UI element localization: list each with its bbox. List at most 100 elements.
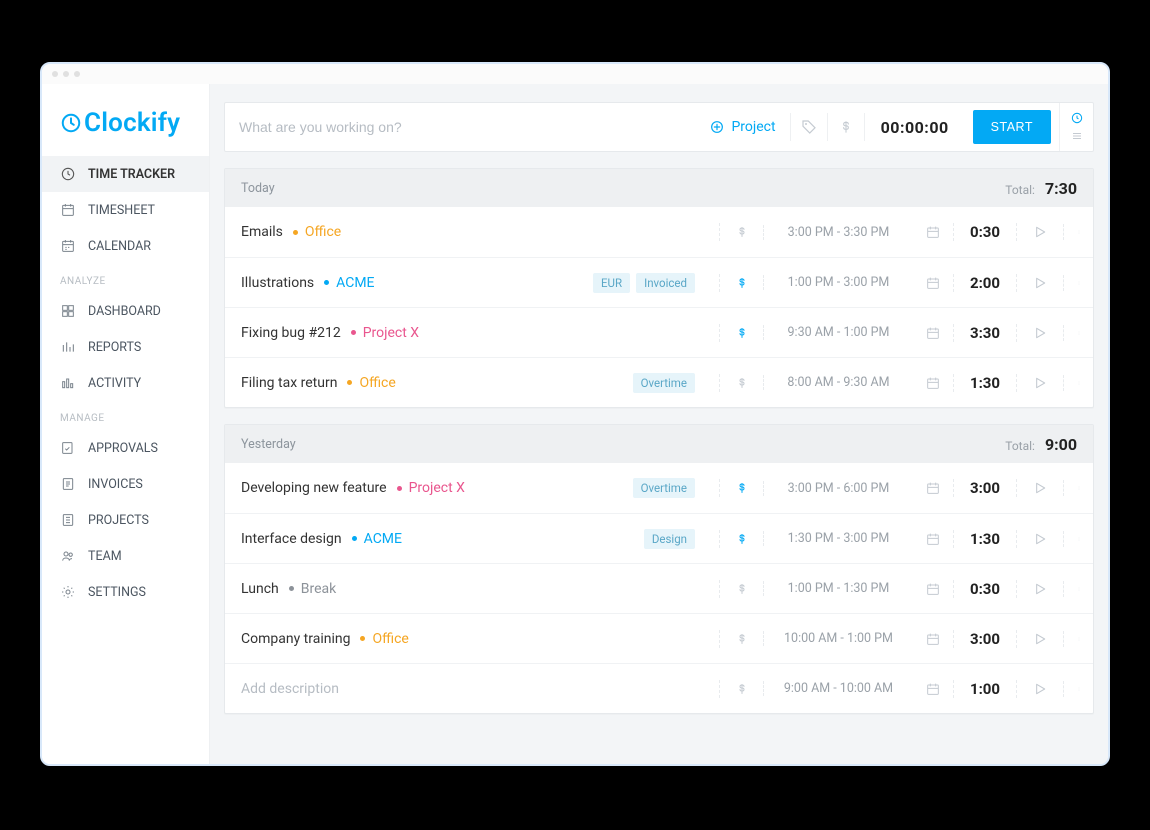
entry-more-button[interactable] bbox=[1063, 224, 1093, 240]
entry-time-range[interactable]: 1:30 PM - 3:00 PM bbox=[763, 531, 913, 546]
entry-tag[interactable]: Design bbox=[644, 529, 695, 549]
entry-continue-button[interactable] bbox=[1017, 480, 1063, 496]
entry-billable-toggle[interactable] bbox=[719, 223, 763, 241]
time-entry-row[interactable]: Add description 9:00 AM - 10:00 AM 1:00 bbox=[225, 663, 1093, 713]
window-control-dot[interactable] bbox=[63, 71, 69, 77]
time-entry-row[interactable]: Filing tax returnOfficeOvertime8:00 AM -… bbox=[225, 357, 1093, 407]
entry-duration[interactable]: 2:00 bbox=[953, 274, 1017, 292]
time-entry-row[interactable]: Company trainingOffice 10:00 AM - 1:00 PM… bbox=[225, 613, 1093, 663]
sidebar-item-invoices[interactable]: INVOICES bbox=[42, 466, 209, 502]
sidebar-item-settings[interactable]: SETTINGS bbox=[42, 574, 209, 610]
manual-mode-button[interactable] bbox=[1068, 129, 1086, 143]
entry-continue-button[interactable] bbox=[1017, 275, 1063, 291]
entry-duration[interactable]: 1:00 bbox=[953, 680, 1017, 698]
entry-more-button[interactable] bbox=[1063, 631, 1093, 647]
entry-description-cell[interactable]: Filing tax returnOfficeOvertime bbox=[225, 373, 719, 393]
entry-more-button[interactable] bbox=[1063, 480, 1093, 496]
entry-project[interactable]: Project X bbox=[351, 325, 419, 341]
entry-billable-toggle[interactable] bbox=[719, 580, 763, 598]
entry-description-cell[interactable]: Company trainingOffice bbox=[225, 631, 719, 647]
entry-date-picker[interactable] bbox=[913, 275, 953, 291]
time-entry-row[interactable]: LunchBreak 1:00 PM - 1:30 PM 0:30 bbox=[225, 563, 1093, 613]
tracker-tag-button[interactable] bbox=[791, 103, 827, 151]
entry-billable-toggle[interactable] bbox=[719, 374, 763, 392]
entry-description-cell[interactable]: Add description bbox=[225, 681, 719, 697]
entry-duration[interactable]: 0:30 bbox=[953, 223, 1017, 241]
entry-description-cell[interactable]: Interface designACMEDesign bbox=[225, 529, 719, 549]
start-button[interactable]: START bbox=[973, 110, 1051, 144]
entry-date-picker[interactable] bbox=[913, 581, 953, 597]
entry-duration[interactable]: 3:00 bbox=[953, 479, 1017, 497]
entry-more-button[interactable] bbox=[1063, 531, 1093, 547]
entry-continue-button[interactable] bbox=[1017, 325, 1063, 341]
entry-duration[interactable]: 3:00 bbox=[953, 630, 1017, 648]
entry-duration[interactable]: 1:30 bbox=[953, 530, 1017, 548]
sidebar-item-dashboard[interactable]: DASHBOARD bbox=[42, 293, 209, 329]
entry-billable-toggle[interactable] bbox=[719, 530, 763, 548]
entry-continue-button[interactable] bbox=[1017, 681, 1063, 697]
entry-continue-button[interactable] bbox=[1017, 581, 1063, 597]
entry-date-picker[interactable] bbox=[913, 631, 953, 647]
sidebar-item-projects[interactable]: PROJECTS bbox=[42, 502, 209, 538]
time-entry-row[interactable]: Developing new featureProject XOvertime3… bbox=[225, 463, 1093, 513]
entry-billable-toggle[interactable] bbox=[719, 274, 763, 292]
entry-more-button[interactable] bbox=[1063, 681, 1093, 697]
entry-time-range[interactable]: 1:00 PM - 1:30 PM bbox=[763, 581, 913, 596]
entry-time-range[interactable]: 8:00 AM - 9:30 AM bbox=[763, 375, 913, 390]
entry-duration[interactable]: 3:30 bbox=[953, 324, 1017, 342]
window-control-dot[interactable] bbox=[52, 71, 58, 77]
entry-tag[interactable]: Overtime bbox=[633, 478, 695, 498]
entry-project[interactable]: Project X bbox=[397, 480, 465, 496]
sidebar-item-team[interactable]: TEAM bbox=[42, 538, 209, 574]
entry-date-picker[interactable] bbox=[913, 375, 953, 391]
entry-project[interactable]: ACME bbox=[324, 275, 374, 291]
entry-project[interactable]: Break bbox=[289, 581, 336, 597]
sidebar-item-time-tracker[interactable]: TIME TRACKER bbox=[42, 156, 209, 192]
entry-date-picker[interactable] bbox=[913, 531, 953, 547]
time-entry-row[interactable]: EmailsOffice 3:00 PM - 3:30 PM 0:30 bbox=[225, 207, 1093, 257]
entry-billable-toggle[interactable] bbox=[719, 324, 763, 342]
entry-tag[interactable]: Overtime bbox=[633, 373, 695, 393]
entry-more-button[interactable] bbox=[1063, 325, 1093, 341]
entry-more-button[interactable] bbox=[1063, 275, 1093, 291]
entry-description-cell[interactable]: Fixing bug #212Project X bbox=[225, 325, 719, 341]
entry-time-range[interactable]: 3:00 PM - 3:30 PM bbox=[763, 225, 913, 240]
entry-description-cell[interactable]: IllustrationsACMEEURInvoiced bbox=[225, 273, 719, 293]
entry-time-range[interactable]: 10:00 AM - 1:00 PM bbox=[763, 631, 913, 646]
entry-billable-toggle[interactable] bbox=[719, 630, 763, 648]
time-entry-row[interactable]: Fixing bug #212Project X 9:30 AM - 1:00 P… bbox=[225, 307, 1093, 357]
entry-project[interactable]: Office bbox=[293, 224, 341, 240]
entry-more-button[interactable] bbox=[1063, 581, 1093, 597]
entry-description-cell[interactable]: LunchBreak bbox=[225, 581, 719, 597]
entry-date-picker[interactable] bbox=[913, 681, 953, 697]
entry-continue-button[interactable] bbox=[1017, 631, 1063, 647]
entry-time-range[interactable]: 9:00 AM - 10:00 AM bbox=[763, 681, 913, 696]
entry-description-cell[interactable]: Developing new featureProject XOvertime bbox=[225, 478, 719, 498]
entry-time-range[interactable]: 1:00 PM - 3:00 PM bbox=[763, 275, 913, 290]
tracker-billable-button[interactable] bbox=[828, 103, 864, 151]
entry-date-picker[interactable] bbox=[913, 325, 953, 341]
entry-time-range[interactable]: 9:30 AM - 1:00 PM bbox=[763, 325, 913, 340]
tracker-project-picker[interactable]: Project bbox=[695, 103, 789, 151]
window-control-dot[interactable] bbox=[74, 71, 80, 77]
entry-tag[interactable]: EUR bbox=[593, 273, 630, 293]
sidebar-item-timesheet[interactable]: TIMESHEET bbox=[42, 192, 209, 228]
entry-duration[interactable]: 0:30 bbox=[953, 580, 1017, 598]
entry-more-button[interactable] bbox=[1063, 375, 1093, 391]
entry-project[interactable]: Office bbox=[360, 631, 408, 647]
entry-project[interactable]: Office bbox=[347, 375, 395, 391]
entry-date-picker[interactable] bbox=[913, 224, 953, 240]
tracker-description-input[interactable] bbox=[239, 119, 681, 135]
entry-billable-toggle[interactable] bbox=[719, 680, 763, 698]
sidebar-item-approvals[interactable]: APPROVALS bbox=[42, 430, 209, 466]
timer-mode-button[interactable] bbox=[1068, 111, 1086, 125]
entry-continue-button[interactable] bbox=[1017, 375, 1063, 391]
entry-project[interactable]: ACME bbox=[352, 531, 402, 547]
entry-time-range[interactable]: 3:00 PM - 6:00 PM bbox=[763, 481, 913, 496]
sidebar-item-calendar[interactable]: CALENDAR bbox=[42, 228, 209, 264]
entry-duration[interactable]: 1:30 bbox=[953, 374, 1017, 392]
entry-continue-button[interactable] bbox=[1017, 224, 1063, 240]
entry-date-picker[interactable] bbox=[913, 480, 953, 496]
sidebar-item-reports[interactable]: REPORTS bbox=[42, 329, 209, 365]
entry-description-cell[interactable]: EmailsOffice bbox=[225, 224, 719, 240]
